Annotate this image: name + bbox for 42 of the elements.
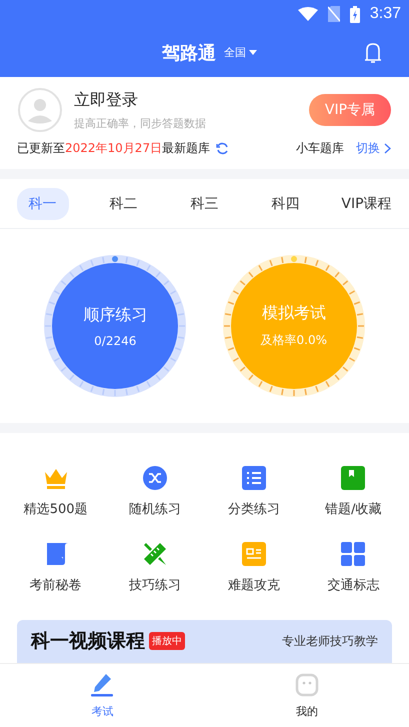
- question-bank-label: 小车题库: [296, 140, 344, 157]
- playing-badge: 播放中: [149, 632, 185, 650]
- caret-icon: [249, 50, 257, 55]
- bell-icon[interactable]: [363, 42, 383, 64]
- region-selector[interactable]: 全国: [224, 45, 257, 60]
- ruler-pencil-icon: [142, 542, 167, 566]
- nav-tab[interactable]: 考试: [0, 664, 204, 727]
- chevron-right-icon: [384, 143, 391, 154]
- feature-shortcut[interactable]: 技巧练习: [105, 542, 204, 594]
- face-icon: [294, 672, 320, 698]
- grid-icon: [341, 542, 366, 566]
- refresh-icon[interactable]: [216, 142, 230, 155]
- login-link[interactable]: 立即登录: [74, 90, 297, 110]
- subject-tab[interactable]: 科三: [178, 188, 230, 220]
- subject-tab[interactable]: 科二: [98, 188, 150, 220]
- login-subtitle: 提高正确率，同步答题数据: [74, 116, 207, 130]
- feature-shortcut[interactable]: 随机练习: [105, 466, 204, 518]
- update-notice: 已更新至2022年10月27日最新题库: [17, 140, 210, 157]
- feature-shortcut[interactable]: 考前秘卷: [6, 542, 106, 594]
- no-sim-icon: [328, 6, 340, 22]
- shuffle-icon: [142, 466, 167, 490]
- feature-shortcut[interactable]: 分类练习: [204, 466, 304, 518]
- bookmark-icon: [341, 466, 366, 490]
- video-course-card[interactable]: 科一视频课程 播放中 专业老师技巧教学: [17, 620, 392, 663]
- switch-link[interactable]: 切换: [356, 140, 391, 157]
- id-card-icon: [242, 542, 266, 566]
- video-course-title: 科一视频课程: [31, 629, 145, 654]
- nav-tab[interactable]: 我的: [204, 664, 409, 727]
- app-title: 驾路通: [162, 42, 216, 64]
- wifi-icon: [298, 7, 318, 21]
- feature-shortcut[interactable]: 错题/收藏: [304, 466, 403, 518]
- status-time: 3:37: [370, 5, 401, 23]
- feature-shortcut[interactable]: 难题攻克: [204, 542, 304, 594]
- feature-shortcut[interactable]: 交通标志: [304, 542, 403, 594]
- pencil-icon: [89, 672, 116, 698]
- subject-tab[interactable]: 科一: [16, 188, 68, 220]
- list-icon: [242, 466, 266, 490]
- subject-tab[interactable]: VIP课程: [329, 188, 404, 220]
- subject-tab[interactable]: 科四: [260, 188, 312, 220]
- feature-shortcut[interactable]: 精选500题: [6, 466, 106, 518]
- battery-icon: [350, 6, 360, 22]
- video-course-subtitle: 专业老师技巧教学: [282, 632, 378, 650]
